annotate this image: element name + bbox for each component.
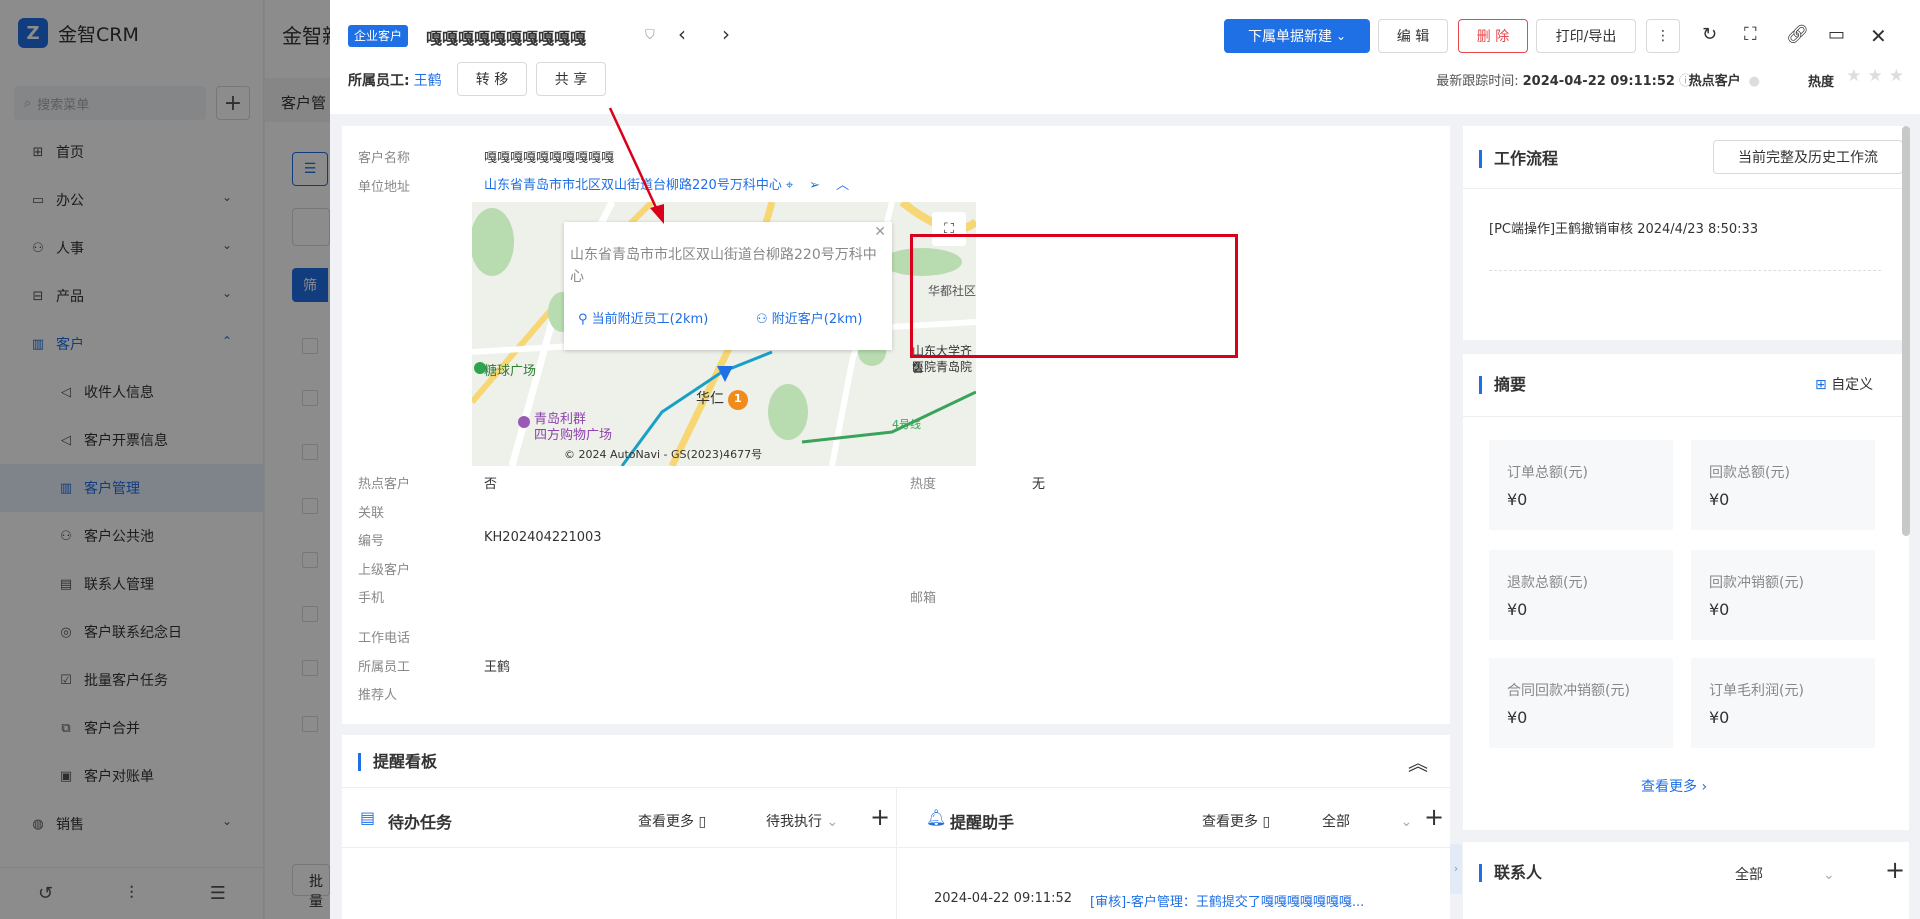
add-contact-button[interactable]: +	[1885, 856, 1905, 884]
summary-item: 订单总额(元) ¥0	[1489, 440, 1673, 530]
modal-overlay[interactable]	[0, 0, 330, 919]
chevron-right-icon: ›	[1453, 862, 1459, 875]
chevron-down-icon: ⌄	[1400, 814, 1413, 830]
divider	[1489, 270, 1881, 271]
summary-item: 合同回款冲销额(元) ¥0	[1489, 658, 1673, 748]
assistant-filter-select[interactable]: 全部 ⌄	[1322, 811, 1412, 831]
workflow-title: 工作流程	[1479, 150, 1558, 168]
reminder-board-title: 提醒看板	[358, 753, 437, 771]
reminder-board: 提醒看板 ︽ ▤ 待办任务 查看更多 ▯ 待我执行 ⌄ + 🔔︎ 提醒助手 查看…	[342, 735, 1450, 919]
reminder-time: 2024-04-22 09:11:52	[934, 891, 1073, 906]
drawer-scrollbar[interactable]	[1902, 126, 1910, 536]
workflow-card: 工作流程 当前完整及历史工作流 [PC端操作]王鹤撤销审核 2024/4/23 …	[1463, 126, 1909, 340]
todo-more-link[interactable]: 查看更多 ▯	[638, 811, 706, 831]
chevron-down-icon: ⌄	[826, 814, 839, 830]
divider	[896, 847, 1450, 848]
divider	[1463, 188, 1909, 189]
bell-icon: 🔔︎	[926, 808, 947, 827]
add-todo-button[interactable]: +	[870, 803, 890, 831]
assistant-title: 提醒助手	[950, 813, 1015, 832]
add-reminder-button[interactable]: +	[1424, 803, 1444, 831]
customer-detail-drawer: 企业客户 嘎嘎嘎嘎嘎嘎嘎嘎嘎嘎 ⛉ ‹ › 下属单据新建 ⌄ 编 辑 删 除 打印…	[330, 0, 1920, 919]
chevron-down-icon: ⌄	[1823, 867, 1835, 883]
book-icon: ▯	[698, 814, 707, 830]
summary-item: 订单毛利润(元) ¥0	[1691, 658, 1875, 748]
todo-filter-select[interactable]: 待我执行 ⌄	[766, 811, 838, 831]
chevron-right-icon: ›	[1701, 779, 1708, 795]
workflow-entry: [PC端操作]王鹤撤销审核 2024/4/23 8:50:33	[1489, 222, 1759, 237]
summary-title: 摘要	[1479, 376, 1526, 394]
workflow-history-button[interactable]: 当前完整及历史工作流	[1713, 140, 1903, 174]
book-icon: ▯	[1262, 814, 1271, 830]
summary-item: 回款冲销额(元) ¥0	[1691, 550, 1875, 640]
customize-link[interactable]: ⊞ 自定义	[1815, 374, 1873, 394]
summary-more-link[interactable]: 查看更多 ›	[1641, 776, 1707, 796]
divider	[896, 787, 897, 919]
collapse-up-icon[interactable]: ︽	[1408, 747, 1428, 776]
summary-card: 摘要 ⊞ 自定义 订单总额(元) ¥0 回款总额(元) ¥0 退款总额(元) ¥0 回…	[1463, 354, 1909, 830]
grid-icon: ⊞	[1815, 377, 1827, 393]
summary-item: 退款总额(元) ¥0	[1489, 550, 1673, 640]
summary-item: 回款总额(元) ¥0	[1691, 440, 1875, 530]
todo-icon: ▤	[360, 808, 376, 827]
reminder-entry-link[interactable]: [审核]-客户管理：王鹤提交了嘎嘎嘎嘎嘎嘎嘎...	[1090, 891, 1364, 910]
side-panel-toggle[interactable]: ›	[1450, 844, 1462, 894]
contacts-title: 联系人	[1479, 864, 1542, 882]
todo-title: 待办任务	[388, 813, 453, 832]
divider	[342, 847, 896, 848]
contacts-card: 联系人 全部 ⌄ +	[1463, 842, 1909, 919]
assistant-more-link[interactable]: 查看更多 ▯	[1202, 811, 1270, 831]
divider	[1463, 416, 1909, 417]
contacts-filter-select[interactable]: 全部 ⌄	[1735, 864, 1835, 884]
